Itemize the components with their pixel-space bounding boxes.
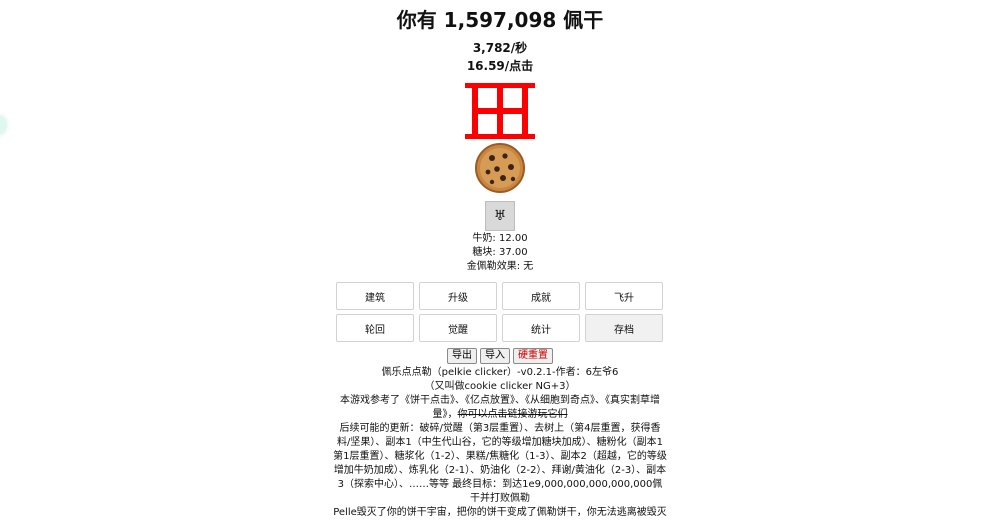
pelle-logo: [465, 83, 535, 139]
sugar-lump-stat: 糖块: 37.00: [472, 247, 528, 258]
game-description: 佩乐点点勒（pelkie clicker）-v0.2.1-作者：6左爷6 （又叫…: [333, 366, 667, 520]
tab-reincarnation[interactable]: 轮回: [336, 314, 414, 342]
export-button[interactable]: 导出: [447, 348, 477, 364]
per-click-rate: 16.59/点击: [466, 59, 534, 73]
story-line: Pelle毁灭了你的饼干宇宙，把你的饼干变成了佩勒饼干，你无法逃离被毁灭: [333, 507, 667, 518]
special-symbol-button[interactable]: ♅: [485, 201, 515, 231]
big-cookie[interactable]: [473, 141, 527, 195]
tab-achievements[interactable]: 成就: [502, 282, 580, 310]
hard-reset-button[interactable]: 硬重置: [513, 348, 553, 364]
uranus-symbol-icon: ♅: [493, 208, 507, 224]
tab-statistics[interactable]: 统计: [502, 314, 580, 342]
game-panel: 你有 1,597,098 佩干 3,782/秒 16.59/点击 ♅ 牛奶: 1…: [0, 0, 1000, 520]
credits-line: 佩乐点点勒（pelkie clicker）-v0.2.1-作者：6左爷6: [381, 367, 619, 378]
future-updates-paragraph: 后续可能的更新：破碎/觉醒（第3层重置）、去树上（第4层重置，获得香料/坚果）、…: [333, 423, 667, 504]
alias-line: （又叫做cookie clicker NG+3）: [424, 381, 576, 392]
play-links-text[interactable]: 你可以点击链接游玩它们: [458, 409, 568, 420]
milk-stat: 牛奶: 12.00: [472, 233, 528, 244]
tab-upgrades[interactable]: 升级: [419, 282, 497, 310]
cookie-icon[interactable]: [473, 141, 527, 195]
tab-awakening[interactable]: 觉醒: [419, 314, 497, 342]
pelle-logo-graphic: [465, 83, 535, 139]
references-paragraph: 本游戏参考了《饼干点击》、《亿点放置》、《从细胞到奇点》、《真实割草增量》，你可…: [333, 394, 667, 422]
golden-effect-stat: 金佩勒效果: 无: [466, 261, 534, 272]
per-second-rate: 3,782/秒: [472, 41, 528, 55]
tab-save[interactable]: 存档: [585, 314, 663, 342]
save-controls: 导出 导入 硬重置: [0, 348, 1000, 364]
tab-buildings[interactable]: 建筑: [336, 282, 414, 310]
pelkie-count-title: 你有 1,597,098 佩干: [396, 8, 604, 32]
import-button[interactable]: 导入: [480, 348, 510, 364]
tab-grid: 建筑 升级 成就 飞升 轮回 觉醒 统计 存档: [336, 282, 664, 342]
tab-ascend[interactable]: 飞升: [585, 282, 663, 310]
